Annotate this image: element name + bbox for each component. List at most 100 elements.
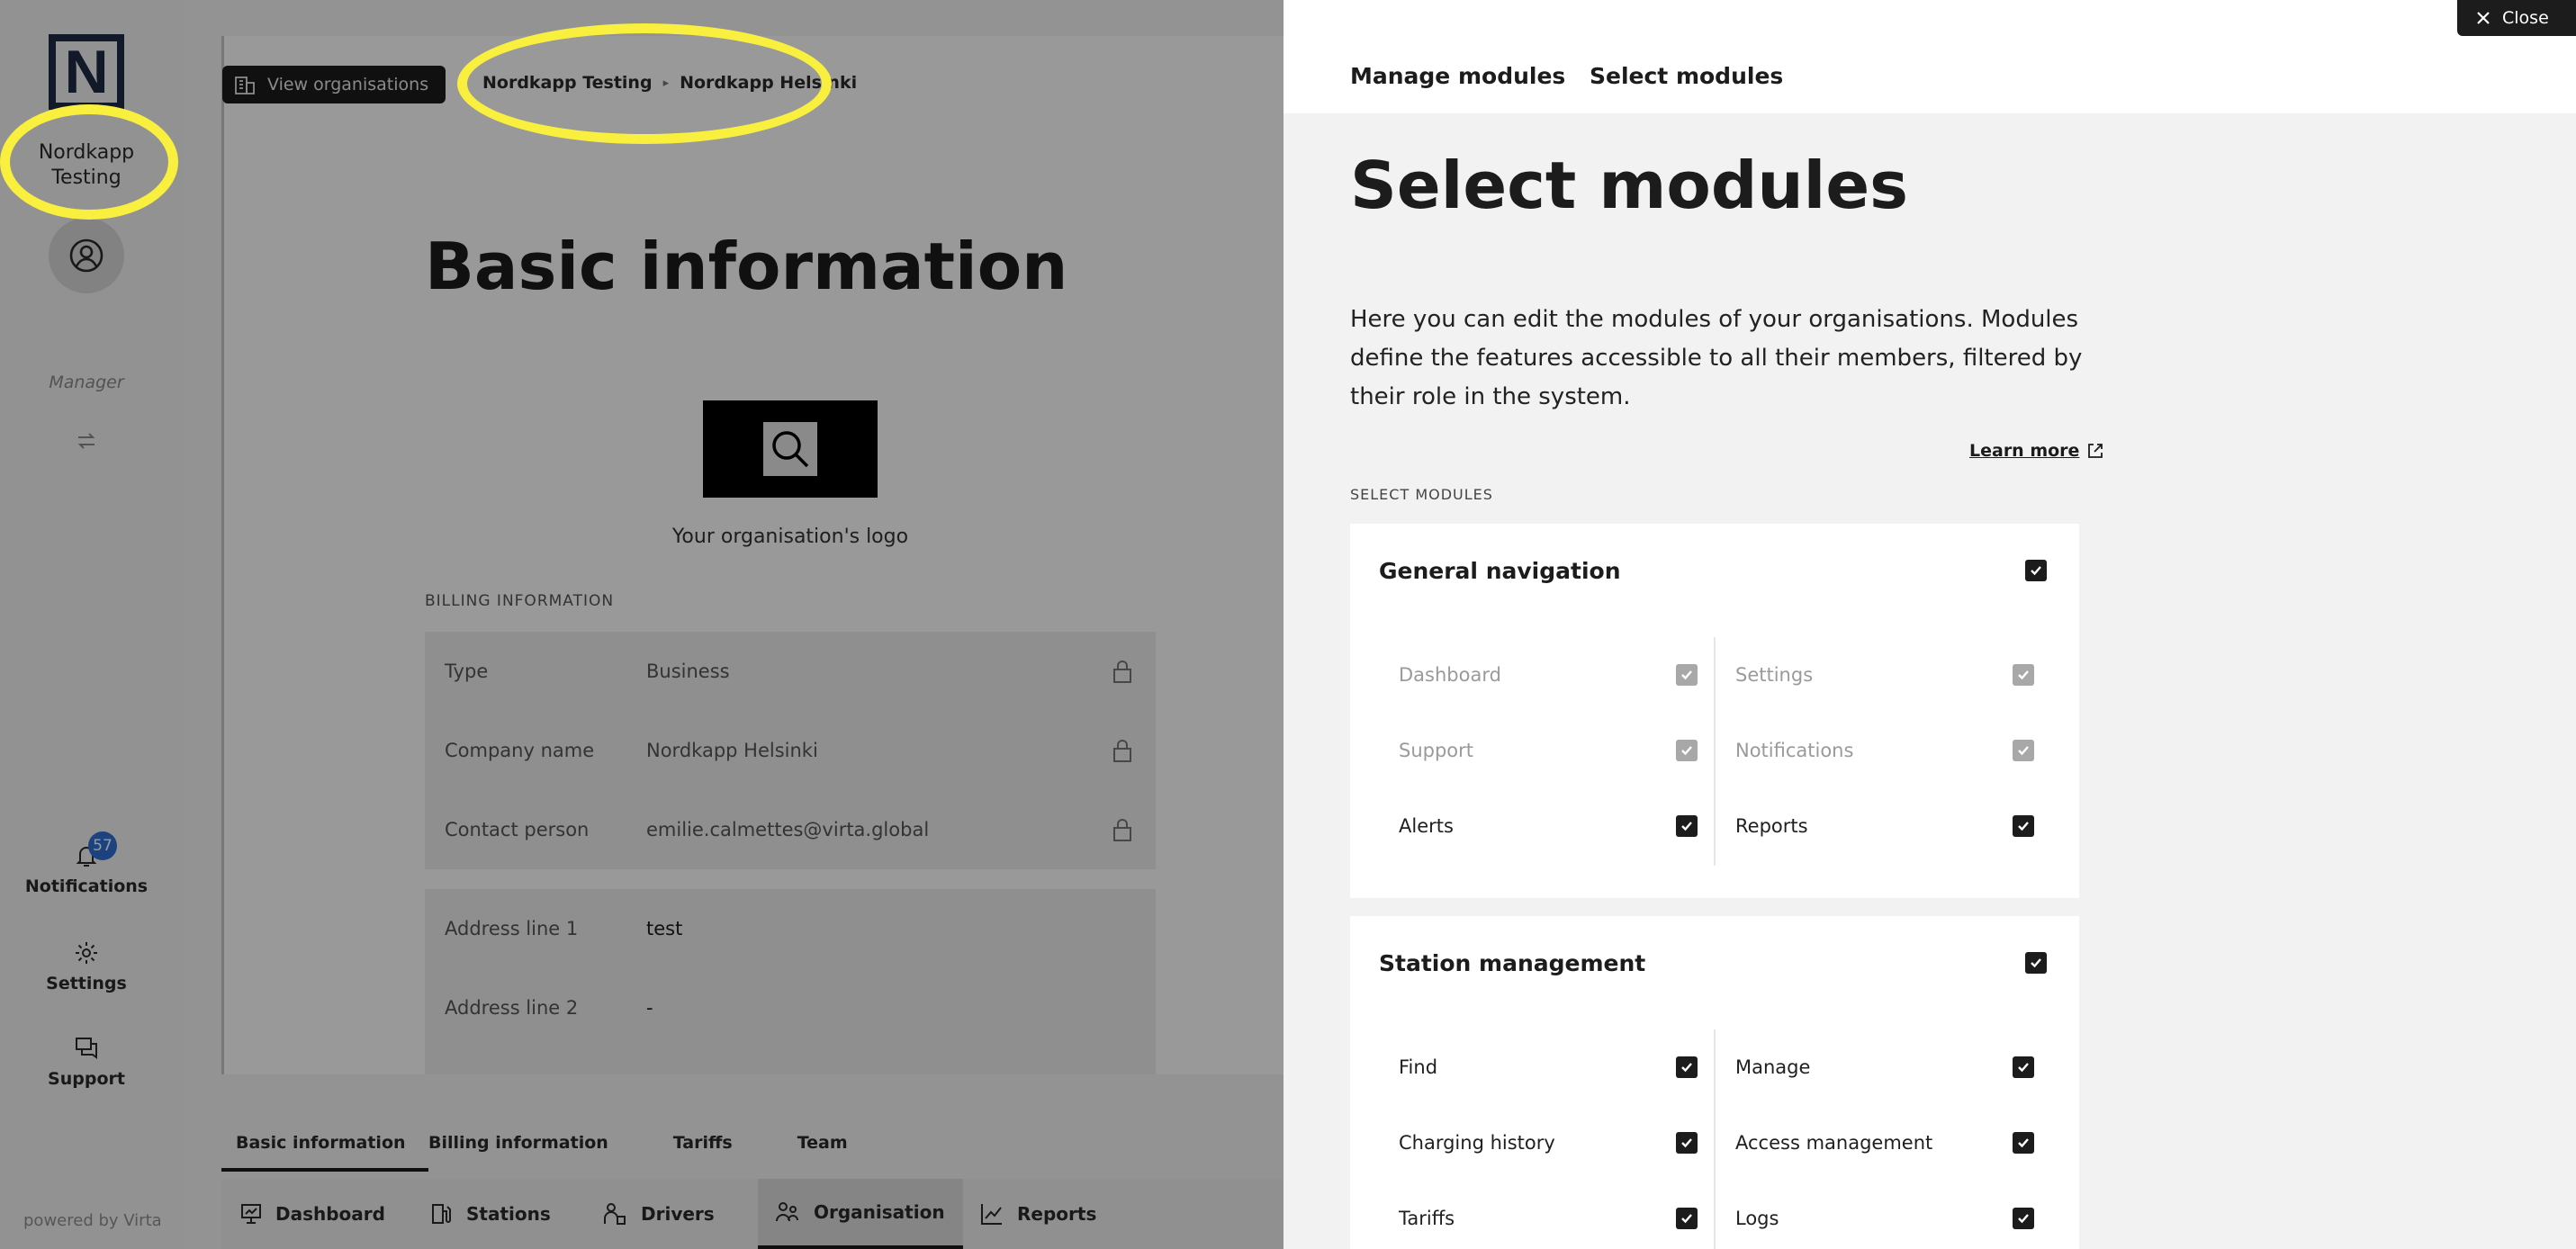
module-item-find[interactable]: Find — [1399, 1029, 1698, 1105]
brand-logo[interactable]: N — [49, 34, 124, 110]
module-item-logs[interactable]: Logs — [1735, 1181, 2034, 1249]
powered-by-text: powered by Virta — [23, 1211, 162, 1230]
gear-icon — [76, 942, 97, 964]
checkmark-icon — [2018, 746, 2029, 756]
checkmark-icon — [1681, 822, 1692, 831]
module-checkbox[interactable] — [2013, 815, 2034, 837]
nav-item-dashboard[interactable]: Dashboard — [221, 1179, 414, 1249]
module-item-access-management[interactable]: Access management — [1735, 1105, 2034, 1181]
checkmark-icon — [2018, 822, 2029, 831]
module-item-manage[interactable]: Manage — [1735, 1029, 2034, 1105]
switch-role-icon[interactable] — [76, 430, 97, 452]
module-item-reports[interactable]: Reports — [1735, 788, 2034, 864]
checkmark-icon — [2018, 1063, 2029, 1073]
select-modules-drawer: Manage modules Select modules Select mod… — [1283, 0, 2576, 1249]
checkmark-icon — [2031, 566, 2041, 576]
org-name[interactable]: Nordkapp Testing — [0, 140, 173, 191]
building-icon — [235, 76, 255, 94]
module-item-dashboard: Dashboard — [1399, 637, 1698, 713]
billing-row-company-name: Company name Nordkapp Helsinki — [425, 711, 1156, 790]
organisation-icon — [776, 1202, 798, 1222]
lock-icon — [1113, 819, 1131, 841]
module-item-alerts[interactable]: Alerts — [1399, 788, 1698, 864]
drawer-title: Select modules — [1350, 148, 1909, 223]
checkmark-icon — [1681, 1063, 1692, 1073]
group-checkbox[interactable] — [2025, 952, 2047, 974]
module-group-general-navigation: General navigation Dashboard Settings Su… — [1350, 524, 2079, 898]
tab-billing-information[interactable]: Billing information — [428, 1114, 623, 1172]
module-group-station-management: Station management Find Manage Charging … — [1350, 916, 2079, 1249]
address-row-line1[interactable]: Address line 1 test — [425, 889, 1156, 968]
module-checkbox[interactable] — [2013, 1056, 2034, 1078]
nav-item-drivers[interactable]: Drivers — [585, 1179, 758, 1249]
checkmark-icon — [1681, 1214, 1692, 1224]
dashboard-icon — [241, 1204, 261, 1224]
module-item-settings: Settings — [1735, 637, 2034, 713]
checkmark-icon — [1681, 746, 1692, 756]
module-checkbox[interactable] — [1676, 815, 1698, 837]
tab-basic-information[interactable]: Basic information — [221, 1114, 428, 1172]
module-checkbox — [2013, 664, 2034, 686]
checkmark-icon — [2018, 1214, 2029, 1224]
column-divider — [1714, 637, 1716, 866]
chart-icon — [981, 1204, 1002, 1225]
drawer-header: Manage modules Select modules — [1283, 0, 2576, 113]
module-checkbox[interactable] — [1676, 1056, 1698, 1078]
module-items-grid: Find Manage Charging history Access mana… — [1379, 1029, 2052, 1249]
billing-info-block: Type Business Company name Nordkapp Hels… — [425, 632, 1156, 869]
close-button[interactable]: Close — [2457, 0, 2576, 36]
nav-item-reports[interactable]: Reports — [963, 1179, 1112, 1249]
select-modules-label: SELECT MODULES — [1350, 486, 1493, 503]
module-item-tariffs[interactable]: Tariffs — [1399, 1181, 1698, 1249]
tab-select-modules[interactable]: Select modules — [1590, 63, 1783, 89]
chat-icon — [76, 1038, 97, 1059]
logo-caption: Your organisation's logo — [671, 526, 909, 548]
bottom-nav: Dashboard Stations Drivers Organisation … — [221, 1179, 1283, 1249]
search-icon — [772, 431, 809, 468]
module-group-title: General navigation — [1379, 558, 1621, 584]
module-checkbox[interactable] — [1676, 1208, 1698, 1229]
tab-manage-modules[interactable]: Manage modules — [1350, 63, 1565, 89]
external-link-icon — [2088, 444, 2103, 458]
lock-icon — [1113, 660, 1131, 683]
column-divider — [1714, 1029, 1716, 1249]
tab-team[interactable]: Team — [747, 1114, 862, 1172]
sidebar-item-notifications[interactable]: Notifications — [0, 842, 173, 896]
group-checkbox[interactable] — [2025, 560, 2047, 581]
module-checkbox[interactable] — [1676, 1132, 1698, 1154]
avatar[interactable] — [49, 218, 124, 293]
module-item-charging-history[interactable]: Charging history — [1399, 1105, 1698, 1181]
nav-item-organisation[interactable]: Organisation — [758, 1179, 963, 1249]
close-icon — [2477, 12, 2490, 24]
module-checkbox — [1676, 740, 1698, 761]
drawer-description: Here you can edit the modules of your or… — [1350, 306, 2083, 410]
address-info-block: Address line 1 test Address line 2 - — [425, 889, 1156, 1074]
view-organisations-button[interactable]: View organisations — [222, 66, 446, 103]
checkmark-icon — [2018, 670, 2029, 680]
role-label: Manager — [49, 373, 124, 392]
billing-row-type: Type Business — [425, 632, 1156, 711]
billing-section-label: BILLING INFORMATION — [425, 592, 615, 610]
notifications-count-badge: 57 — [88, 831, 117, 860]
nav-item-stations[interactable]: Stations — [414, 1179, 585, 1249]
org-logo-upload[interactable] — [703, 400, 878, 498]
module-item-support: Support — [1399, 713, 1698, 788]
breadcrumb: Nordkapp Testing ▸ Nordkapp Helsinki — [482, 73, 857, 93]
checkmark-icon — [1681, 670, 1692, 680]
learn-more-link[interactable]: Learn more — [1969, 441, 2104, 461]
breadcrumb-item-org[interactable]: Nordkapp Testing — [482, 73, 653, 93]
module-checkbox[interactable] — [2013, 1208, 2034, 1229]
module-checkbox — [1676, 664, 1698, 686]
page-title: Basic information — [425, 229, 1068, 304]
sidebar-item-support[interactable]: Support — [0, 1035, 173, 1089]
breadcrumb-item-sub-org[interactable]: Nordkapp Helsinki — [680, 73, 857, 93]
module-checkbox[interactable] — [2013, 1132, 2034, 1154]
station-icon — [432, 1204, 451, 1224]
sidebar-item-settings[interactable]: Settings — [0, 939, 173, 993]
checkmark-icon — [1681, 1138, 1692, 1148]
checkmark-icon — [2031, 958, 2041, 968]
checkmark-icon — [2018, 1138, 2029, 1148]
lock-icon — [1113, 740, 1131, 762]
tab-tariffs[interactable]: Tariffs — [623, 1114, 747, 1172]
address-row-line2[interactable]: Address line 2 - — [425, 968, 1156, 1047]
